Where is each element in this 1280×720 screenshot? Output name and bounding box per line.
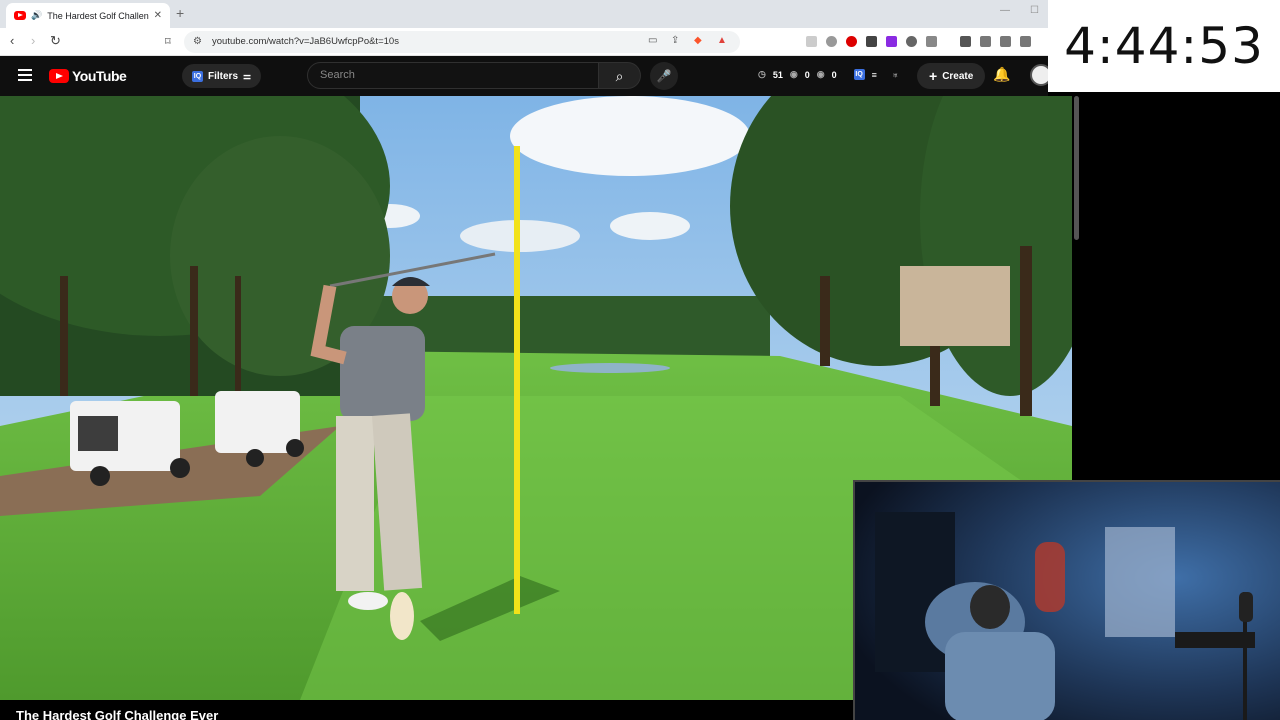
audio-playing-icon[interactable]: 🔊 xyxy=(31,10,42,21)
address-bar[interactable]: ⚙ youtube.com/watch?v=JaB6UwfcpPo&t=10s … xyxy=(184,31,740,53)
trophy-icon[interactable]: ♅ xyxy=(892,70,899,80)
search-icon: ⌕ xyxy=(615,68,624,84)
brave-shield-icon[interactable]: ◆ xyxy=(694,35,702,46)
create-label: Create xyxy=(942,70,974,82)
extension-stats[interactable]: ◷ 51 ◉ 0 ◉ 0 IQ ≡ ♅ xyxy=(758,69,899,80)
webcam-feed-image xyxy=(855,482,1280,720)
wallet-icon[interactable] xyxy=(1000,36,1011,47)
youtube-header: YouTube IQ Filters ⚌ ⌕ 🎤 ◷ 51 ◉ 0 ◉ 0 IQ… xyxy=(0,56,1052,96)
new-tab-button[interactable]: + xyxy=(176,5,184,21)
notifications-bell-icon[interactable]: 🔔 xyxy=(993,66,1010,83)
search-button[interactable]: ⌕ xyxy=(599,62,641,89)
url-text[interactable]: youtube.com/watch?v=JaB6UwfcpPo&t=10s xyxy=(212,36,399,47)
page-scrollbar[interactable] xyxy=(1074,96,1079,240)
youtube-favicon-icon xyxy=(14,11,26,20)
extension-puzzle-icon[interactable] xyxy=(906,36,917,47)
stat-value: 0 xyxy=(804,69,810,80)
extension-red-icon[interactable] xyxy=(846,36,857,47)
youtube-wordmark: YouTube xyxy=(72,68,127,84)
microphone-icon: 🎤 xyxy=(656,69,672,83)
sidebar-icon[interactable] xyxy=(980,36,991,47)
filters-button[interactable]: IQ Filters ⚌ xyxy=(182,64,262,88)
sliders-icon: ⚌ xyxy=(243,70,252,81)
video-title: The Hardest Golf Challenge Ever xyxy=(16,708,219,720)
maximize-icon[interactable]: ☐ xyxy=(1030,5,1039,16)
site-info-icon[interactable]: ⚙ xyxy=(193,36,202,47)
search-box[interactable] xyxy=(307,62,599,89)
stream-timer: 4:44:53 xyxy=(1048,0,1280,92)
minimize-icon[interactable]: — xyxy=(1000,5,1010,16)
brave-rewards-icon[interactable]: ▲ xyxy=(717,35,727,46)
extension-purple-icon[interactable] xyxy=(886,36,897,47)
youtube-play-logo-icon xyxy=(49,69,69,83)
stat-value: 0 xyxy=(831,69,837,80)
search-input[interactable] xyxy=(308,63,598,87)
create-button[interactable]: + Create xyxy=(917,63,986,89)
filters-label: Filters xyxy=(208,70,239,82)
voice-search-button[interactable]: 🎤 xyxy=(650,62,678,90)
browser-toolbar: ‹ › ↻ ⌑ ⚙ youtube.com/watch?v=JaB6UwfcpP… xyxy=(0,28,1048,56)
bookmark-icon[interactable]: ⌑ xyxy=(165,35,171,48)
back-button[interactable]: ‹ xyxy=(10,33,14,48)
browser-tab-bar: 🔊 The Hardest Golf Challenge E ✕ + — ☐ xyxy=(0,0,1048,28)
iq-badge-icon: IQ xyxy=(192,70,203,82)
webcam-overlay xyxy=(853,480,1280,720)
forward-button[interactable]: › xyxy=(31,33,35,48)
leo-ai-icon[interactable] xyxy=(1020,36,1031,47)
clock-icon: ◷ xyxy=(758,69,766,79)
eye-icon: ◉ xyxy=(789,69,798,79)
browser-tab[interactable]: 🔊 The Hardest Golf Challenge E ✕ xyxy=(6,3,170,28)
music-icon[interactable] xyxy=(960,36,971,47)
menu-icon[interactable] xyxy=(18,69,32,81)
close-tab-icon[interactable]: ✕ xyxy=(154,10,162,21)
list-icon[interactable]: ≡ xyxy=(872,70,877,80)
share-icon[interactable]: ⇪ xyxy=(671,35,679,46)
iq-badge-icon[interactable]: IQ xyxy=(853,69,865,80)
cast-icon[interactable]: ▭ xyxy=(648,35,657,46)
plus-icon: + xyxy=(929,68,938,84)
extension-heart-icon[interactable] xyxy=(826,36,837,47)
extension-dark-icon[interactable] xyxy=(866,36,877,47)
tab-title: The Hardest Golf Challenge E xyxy=(47,10,149,21)
youtube-logo[interactable]: YouTube xyxy=(49,68,127,84)
extension-icon[interactable] xyxy=(806,36,817,47)
eye-icon: ◉ xyxy=(816,69,825,79)
reload-button[interactable]: ↻ xyxy=(50,33,61,49)
stat-value: 51 xyxy=(772,69,783,80)
extension-grid-icon[interactable] xyxy=(926,36,937,47)
